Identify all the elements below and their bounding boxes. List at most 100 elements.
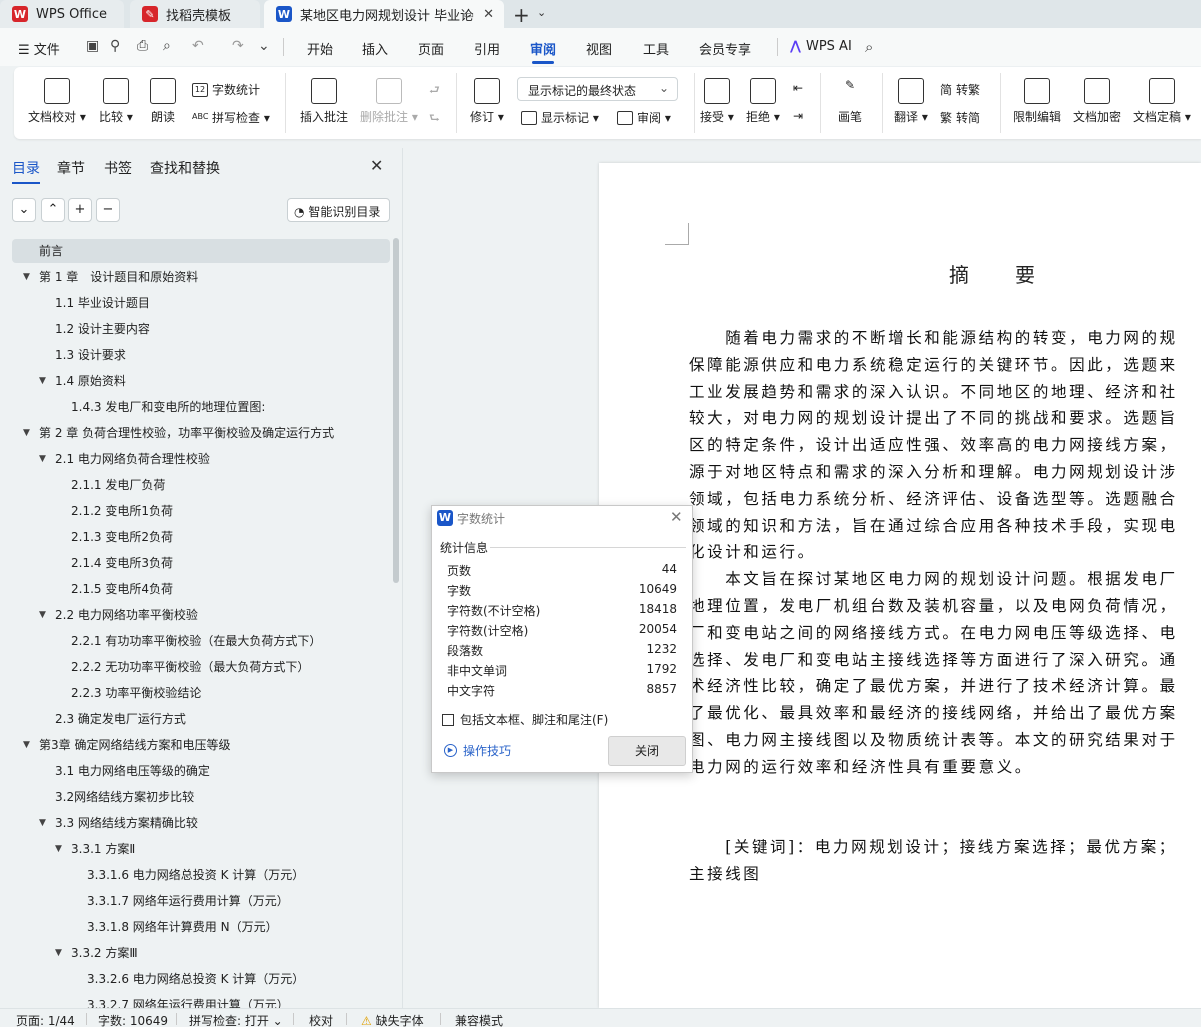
expand-triangle-icon[interactable]: ▼ bbox=[39, 603, 46, 627]
expand-triangle-icon[interactable]: ▼ bbox=[39, 811, 46, 835]
print-icon[interactable]: ⎙ bbox=[137, 38, 148, 54]
toc-item[interactable]: 2.1.5 变电所4负荷 bbox=[12, 577, 390, 601]
search-icon[interactable]: ⌕ bbox=[865, 38, 873, 56]
next-revision-icon[interactable]: ⇥ bbox=[793, 109, 803, 123]
tab-member[interactable]: 会员专享 bbox=[699, 39, 751, 58]
toc-item[interactable]: 2.1.2 变电所1负荷 bbox=[12, 499, 390, 523]
tab-wps-office[interactable]: W WPS Office bbox=[0, 0, 124, 28]
toc-item[interactable]: 1.4.3 发电厂和变电所的地理位置图: bbox=[12, 395, 390, 419]
toc-item[interactable]: 2.2.3 功率平衡校验结论 bbox=[12, 681, 390, 705]
expand-triangle-icon[interactable]: ▼ bbox=[23, 265, 30, 289]
to-simplified-button[interactable]: 繁 转简 bbox=[940, 109, 980, 126]
toc-item[interactable]: ▼ 2.1 电力网络负荷合理性校验 bbox=[12, 447, 390, 471]
more-chevron-icon[interactable]: ⌄ bbox=[258, 38, 270, 54]
wps-ai-button[interactable]: ⋀ WPS AI bbox=[790, 39, 852, 54]
restrict-edit-button[interactable]: 限制编辑 bbox=[1013, 78, 1061, 125]
toc-item[interactable]: ▼ 2.2 电力网络功率平衡校验 bbox=[12, 603, 390, 627]
share-icon[interactable]: ⚲ bbox=[110, 38, 120, 54]
checkbox-box[interactable] bbox=[442, 713, 454, 726]
tab-review[interactable]: 审阅 bbox=[530, 39, 556, 64]
nav-tab-bookmarks[interactable]: 书签 bbox=[104, 158, 132, 178]
close-icon[interactable]: ✕ bbox=[670, 508, 683, 526]
toc-scrollbar[interactable] bbox=[393, 238, 399, 583]
smart-toc-button[interactable]: ◔ 智能识别目录 bbox=[287, 198, 390, 222]
nav-tab-find-replace[interactable]: 查找和替换 bbox=[150, 158, 220, 178]
toc-item[interactable]: 2.1.1 发电厂负荷 bbox=[12, 473, 390, 497]
remove-icon[interactable]: − bbox=[96, 198, 120, 222]
toc-item[interactable]: 3.1 电力网络电压等级的确定 bbox=[12, 759, 390, 783]
insert-comment-button[interactable]: 插入批注 bbox=[300, 78, 348, 125]
toc-item[interactable]: 3.2网络结线方案初步比较 bbox=[12, 785, 390, 809]
revise-button[interactable]: 修订 ▾ bbox=[470, 78, 504, 125]
expand-triangle-icon[interactable]: ▼ bbox=[39, 369, 46, 393]
toc-item[interactable]: 2.1.3 变电所2负荷 bbox=[12, 525, 390, 549]
toc-item[interactable]: 2.2.1 有功功率平衡校验（在最大负荷方式下） bbox=[12, 629, 390, 653]
markup-state-select[interactable]: 显示标记的最终状态 ⌄ bbox=[517, 77, 678, 101]
toc-item[interactable]: 3.3.2.7 网络年运行费用计算（万元） bbox=[12, 993, 390, 1009]
close-tab-icon[interactable]: ✕ bbox=[483, 7, 494, 22]
pen-button[interactable]: ✎ 画笔 bbox=[837, 78, 863, 125]
status-spell-check[interactable]: 拼写检查: 打开 ⌄ bbox=[189, 1012, 283, 1027]
toc-item[interactable]: ▼ 3.3.2 方案Ⅲ bbox=[12, 941, 390, 965]
expand-triangle-icon[interactable]: ▼ bbox=[55, 837, 62, 861]
toc-item[interactable]: 3.3.2.6 电力网络总投资 K 计算（万元） bbox=[12, 967, 390, 991]
expand-triangle-icon[interactable]: ▼ bbox=[23, 733, 30, 757]
tips-link[interactable]: ▶ 操作技巧 bbox=[444, 742, 511, 759]
delete-comment-button[interactable]: 删除批注 ▾ bbox=[360, 78, 418, 125]
status-word-count[interactable]: 字数: 10649 bbox=[98, 1012, 168, 1027]
toc-item[interactable]: ▼ 第3章 确定网络结线方案和电压等级 bbox=[12, 733, 390, 757]
toc-item[interactable]: ▼ 3.3.1 方案Ⅱ bbox=[12, 837, 390, 861]
status-missing-font[interactable]: ⚠ 缺失字体 bbox=[361, 1012, 424, 1027]
toc-item[interactable]: 3.3.1.8 网络年计算费用 N（万元） bbox=[12, 915, 390, 939]
toc-item[interactable]: 1.3 设计要求 bbox=[12, 343, 390, 367]
prev-comment-icon[interactable]: ⮐ bbox=[429, 81, 440, 102]
next-comment-icon[interactable]: ⮑ bbox=[429, 109, 440, 130]
compare-button[interactable]: 比较 ▾ bbox=[99, 78, 133, 125]
expand-triangle-icon[interactable]: ▼ bbox=[39, 447, 46, 471]
review-pane-button[interactable]: 审阅 ▾ bbox=[617, 109, 671, 126]
show-markup-button[interactable]: 显示标记 ▾ bbox=[521, 109, 599, 126]
tab-start[interactable]: 开始 bbox=[307, 39, 333, 58]
chevron-down-icon[interactable]: ⌄ bbox=[537, 6, 546, 19]
doc-check-button[interactable]: 文档校对 ▾ bbox=[28, 78, 86, 125]
nav-tab-toc[interactable]: 目录 bbox=[12, 158, 40, 184]
expand-triangle-icon[interactable]: ▼ bbox=[23, 421, 30, 445]
toc-item[interactable]: ▼ 1.4 原始资料 bbox=[12, 369, 390, 393]
status-page[interactable]: 页面: 1/44 bbox=[16, 1012, 75, 1027]
close-button[interactable]: 关闭 bbox=[608, 736, 686, 766]
include-textbox-checkbox[interactable]: 包括文本框、脚注和尾注(F) bbox=[442, 711, 608, 728]
collapse-icon[interactable]: ⌄ bbox=[12, 198, 36, 222]
tab-tools[interactable]: 工具 bbox=[643, 39, 669, 58]
word-count-button[interactable]: 12 字数统计 bbox=[192, 81, 260, 98]
encrypt-button[interactable]: 文档加密 bbox=[1073, 78, 1121, 125]
toc-item[interactable]: 1.1 毕业设计题目 bbox=[12, 291, 390, 315]
redo-icon[interactable]: ↷ bbox=[232, 38, 244, 54]
monitor-icon[interactable]: ▭ bbox=[464, 8, 474, 21]
print-preview-icon[interactable]: ⌕ bbox=[163, 38, 171, 54]
save-icon[interactable]: ▣ bbox=[86, 38, 99, 54]
expand-up-icon[interactable]: ⌃ bbox=[41, 198, 65, 222]
spell-check-button[interactable]: ABC 拼写检查 ▾ bbox=[192, 109, 270, 126]
add-icon[interactable]: + bbox=[68, 198, 92, 222]
new-tab-plus-icon[interactable]: + bbox=[513, 3, 530, 27]
tab-references[interactable]: 引用 bbox=[474, 39, 500, 58]
to-traditional-button[interactable]: 简 转繁 bbox=[940, 81, 980, 98]
prev-revision-icon[interactable]: ⇤ bbox=[793, 81, 803, 95]
toc-item[interactable]: 前言 bbox=[12, 239, 390, 263]
toc-item[interactable]: 3.3.1.7 网络年运行费用计算（万元） bbox=[12, 889, 390, 913]
translate-button[interactable]: 翻译 ▾ bbox=[894, 78, 928, 125]
toc-item[interactable]: ▼ 第 1 章 设计题目和原始资料 bbox=[12, 265, 390, 289]
toc-item[interactable]: 2.1.4 变电所3负荷 bbox=[12, 551, 390, 575]
tab-view[interactable]: 视图 bbox=[586, 39, 612, 58]
finalize-button[interactable]: 文档定稿 ▾ bbox=[1133, 78, 1191, 125]
nav-tab-sections[interactable]: 章节 bbox=[57, 158, 85, 178]
toc-item[interactable]: 2.2.2 无功功率平衡校验（最大负荷方式下） bbox=[12, 655, 390, 679]
toc-item[interactable]: 3.3.1.6 电力网络总投资 K 计算（万元） bbox=[12, 863, 390, 887]
tab-page[interactable]: 页面 bbox=[418, 39, 444, 58]
toc-item[interactable]: ▼ 第 2 章 负荷合理性校验，功率平衡校验及确定运行方式 bbox=[12, 421, 390, 445]
expand-triangle-icon[interactable]: ▼ bbox=[55, 941, 62, 965]
close-pane-icon[interactable]: ✕ bbox=[370, 156, 383, 175]
toc-item[interactable]: 2.3 确定发电厂运行方式 bbox=[12, 707, 390, 731]
file-menu[interactable]: ☰ 文件 bbox=[18, 39, 60, 58]
undo-icon[interactable]: ↶ bbox=[192, 38, 204, 54]
